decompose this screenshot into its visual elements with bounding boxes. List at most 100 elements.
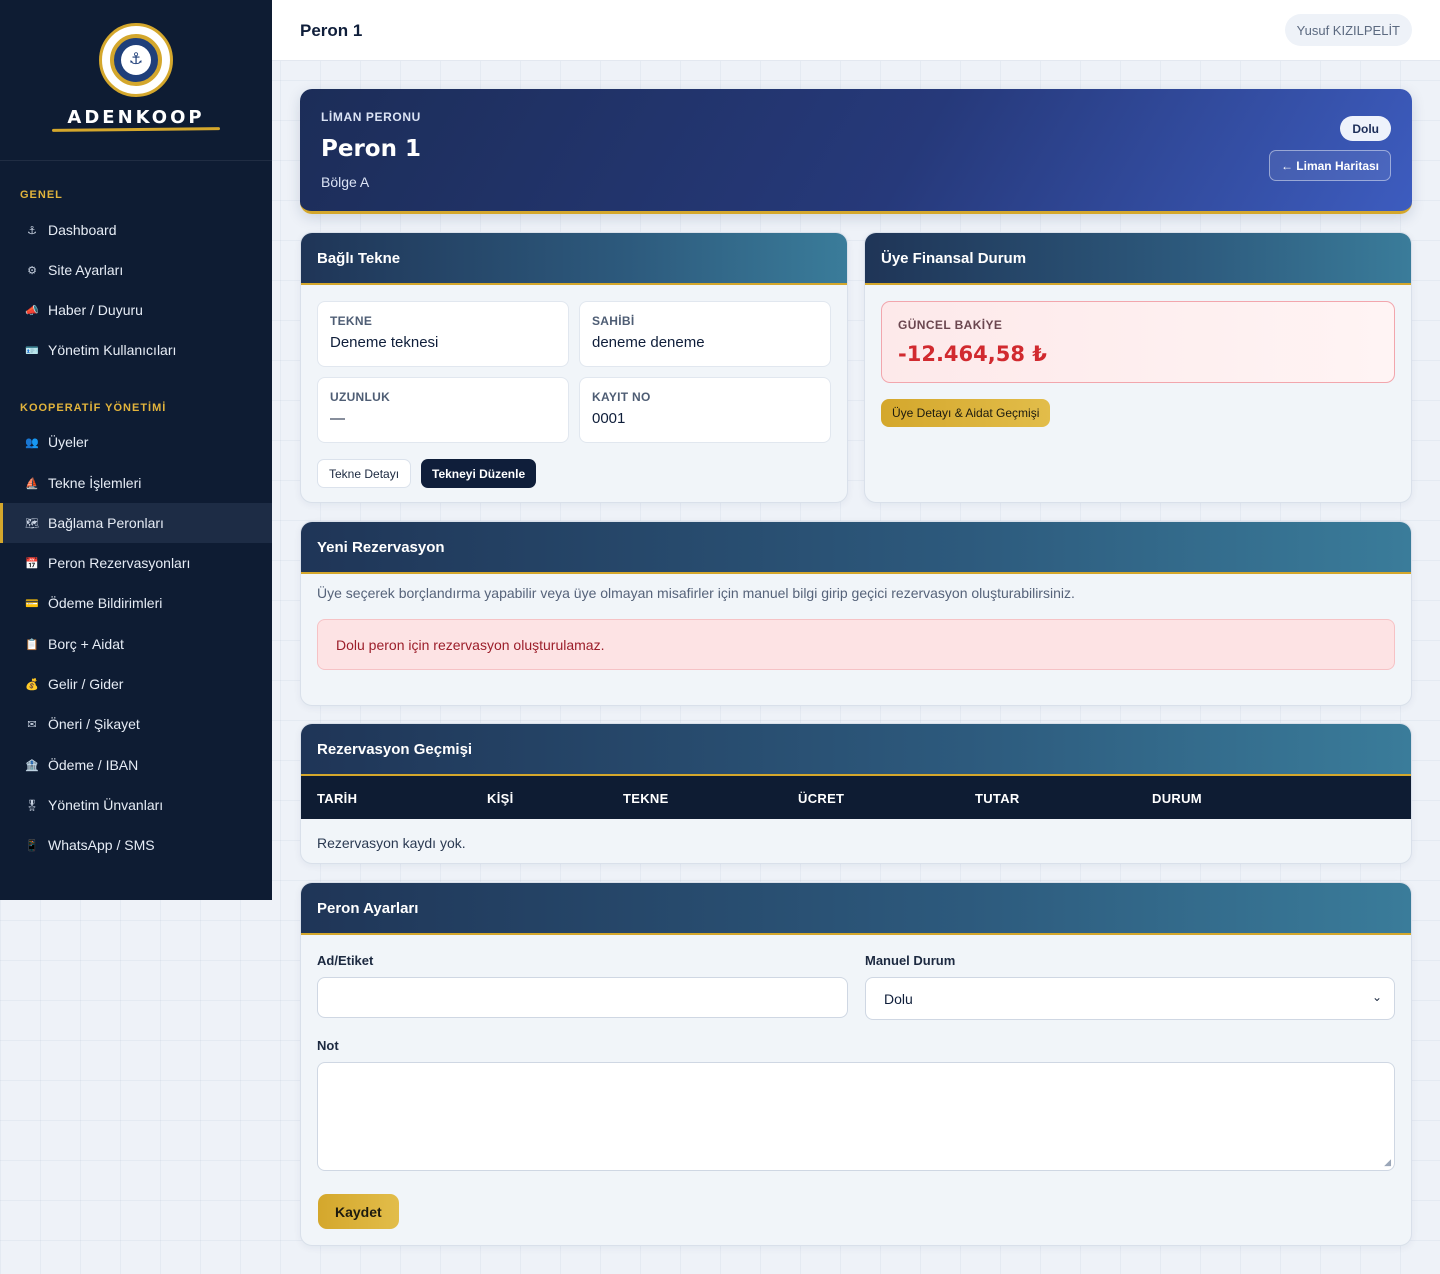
sidebar-item-pier-reservations[interactable]: 📅 Peron Rezervasyonları bbox=[0, 543, 272, 583]
balance-label: GÜNCEL BAKİYE bbox=[898, 318, 1003, 332]
balance-box: GÜNCEL BAKİYE -12.464,58 ₺ bbox=[881, 301, 1395, 383]
empty-table-message: Rezervasyon kaydı yok. bbox=[317, 835, 466, 851]
card-header: Üye Finansal Durum bbox=[865, 233, 1411, 285]
sidebar-item-label: Gelir / Gider bbox=[48, 676, 124, 692]
users-icon: 👥 bbox=[25, 436, 39, 449]
sidebar-item-label: Ödeme / IBAN bbox=[48, 757, 139, 773]
note-textarea[interactable]: ◢ bbox=[317, 1062, 1395, 1171]
boat-registration-box: KAYIT NO 0001 bbox=[579, 377, 831, 443]
sidebar-item-debt-dues[interactable]: 📋 Borç + Aidat bbox=[0, 624, 272, 664]
megaphone-icon: 📣 bbox=[25, 304, 39, 317]
sidebar-item-label: Üyeler bbox=[48, 434, 89, 450]
sidebar-item-news[interactable]: 📣 Haber / Duyuru bbox=[0, 290, 272, 330]
reservation-alert: Dolu peron için rezervasyon oluşturulama… bbox=[317, 619, 1395, 670]
sidebar-item-label: Site Ayarları bbox=[48, 262, 124, 278]
sidebar-item-label: Bağlama Peronları bbox=[48, 515, 164, 531]
back-to-harbor-map-button[interactable]: ← Liman Haritası bbox=[1268, 150, 1391, 181]
name-input[interactable] bbox=[317, 977, 848, 1018]
sidebar-item-label: Peron Rezervasyonları bbox=[48, 555, 191, 571]
status-badge: Dolu bbox=[1340, 116, 1391, 141]
sidebar-item-suggestions[interactable]: ✉ Öneri / Şikayet bbox=[0, 704, 272, 744]
info-label: UZUNLUK bbox=[330, 390, 391, 404]
boat-name-box: TEKNE Deneme teknesi bbox=[317, 301, 569, 367]
sidebar-item-payment-iban[interactable]: 🏦 Ödeme / IBAN bbox=[0, 745, 272, 785]
finance-card: Üye Finansal Durum GÜNCEL BAKİYE -12.464… bbox=[864, 232, 1412, 503]
chevron-down-icon: ⌄ bbox=[1371, 990, 1382, 1004]
map-icon: 🗺 bbox=[25, 517, 39, 530]
medal-icon: 🎖 bbox=[25, 799, 39, 812]
table-header: TARİH KİŞİ TEKNE ÜCRET TUTAR DURUM bbox=[301, 776, 1411, 819]
logo[interactable]: ⚓ bbox=[99, 23, 173, 97]
sidebar-item-label: Borç + Aidat bbox=[48, 636, 124, 652]
balance-value: -12.464,58 ₺ bbox=[898, 342, 1047, 366]
note-label: Not bbox=[317, 1038, 339, 1053]
reservation-history-card: Rezervasyon Geçmişi TARİH KİŞİ TEKNE ÜCR… bbox=[300, 723, 1412, 864]
column-header-status: DURUM bbox=[1152, 791, 1202, 806]
info-label: KAYIT NO bbox=[592, 390, 651, 404]
page-title: Peron 1 bbox=[300, 21, 363, 40]
logo-emblem: ⚓ bbox=[110, 34, 162, 86]
sidebar-item-admin-users[interactable]: 🪪 Yönetim Kullanıcıları bbox=[0, 330, 272, 370]
sailboat-icon: ⛵ bbox=[25, 477, 39, 490]
phone-icon: 📱 bbox=[25, 839, 39, 852]
sidebar-item-label: Dashboard bbox=[48, 222, 117, 238]
topbar: Peron 1 Yusuf KIZILPELİT bbox=[272, 0, 1440, 61]
hero-title: Peron 1 bbox=[321, 136, 421, 162]
sidebar-item-label: WhatsApp / SMS bbox=[48, 837, 155, 853]
boat-length-box: UZUNLUK — bbox=[317, 377, 569, 443]
sidebar-item-site-settings[interactable]: ⚙ Site Ayarları bbox=[0, 250, 272, 290]
sidebar-item-label: Tekne İşlemleri bbox=[48, 475, 142, 491]
brand: ⚓ ADENKOOP bbox=[0, 0, 272, 161]
nav-section-title-cooperative: KOOPERATİF YÖNETİMİ bbox=[20, 402, 167, 414]
sidebar-item-members[interactable]: 👥 Üyeler bbox=[0, 422, 272, 462]
edit-boat-button[interactable]: Tekneyi Düzenle bbox=[421, 459, 537, 488]
sidebar-item-income-expense[interactable]: 💰 Gelir / Gider bbox=[0, 664, 272, 704]
user-menu[interactable]: Yusuf KIZILPELİT bbox=[1284, 14, 1412, 46]
credit-card-icon: 💳 bbox=[25, 597, 39, 610]
sidebar-item-management-titles[interactable]: 🎖 Yönetim Ünvanları bbox=[0, 785, 272, 825]
money-bag-icon: 💰 bbox=[25, 678, 39, 691]
card-header: Bağlı Tekne bbox=[301, 233, 847, 285]
card-header: Yeni Rezervasyon bbox=[301, 522, 1411, 574]
sidebar-item-label: Yönetim Kullanıcıları bbox=[48, 342, 177, 358]
sidebar-item-boat-operations[interactable]: ⛵ Tekne İşlemleri bbox=[0, 463, 272, 503]
id-card-icon: 🪪 bbox=[25, 344, 39, 357]
boat-detail-button[interactable]: Tekne Detayı bbox=[317, 459, 412, 488]
status-select-value: Dolu bbox=[884, 990, 913, 1007]
calendar-icon: 📅 bbox=[25, 557, 39, 570]
sidebar-item-label: Haber / Duyuru bbox=[48, 302, 143, 318]
resize-handle-icon[interactable]: ◢ bbox=[1384, 1157, 1391, 1168]
anchor-icon: ⚓ bbox=[27, 224, 37, 237]
hero-eyebrow: LİMAN PERONU bbox=[321, 110, 421, 124]
info-value: Deneme teknesi bbox=[330, 334, 439, 351]
pier-hero: LİMAN PERONU Peron 1 Bölge A Dolu ← Lima… bbox=[300, 89, 1412, 214]
name-label: Ad/Etiket bbox=[317, 953, 374, 968]
card-header: Peron Ayarları bbox=[301, 883, 1411, 935]
info-value: deneme deneme bbox=[592, 334, 705, 351]
envelope-icon: ✉ bbox=[27, 718, 37, 731]
sidebar-item-label: Öneri / Şikayet bbox=[48, 716, 140, 732]
member-detail-button[interactable]: Üye Detayı & Aidat Geçmişi bbox=[881, 399, 1051, 427]
clipboard-icon: 📋 bbox=[25, 638, 39, 651]
sidebar-item-payment-notifications[interactable]: 💳 Ödeme Bildirimleri bbox=[0, 583, 272, 623]
brand-name: ADENKOOP bbox=[67, 107, 205, 128]
nav-section-title-general: GENEL bbox=[20, 189, 63, 201]
sidebar-item-mooring-piers[interactable]: 🗺 Bağlama Peronları bbox=[0, 503, 272, 543]
sidebar-item-label: Yönetim Ünvanları bbox=[48, 797, 164, 813]
sidebar-item-label: Ödeme Bildirimleri bbox=[48, 595, 163, 611]
column-header-boat: TEKNE bbox=[623, 791, 669, 806]
sidebar-item-dashboard[interactable]: ⚓ Dashboard bbox=[0, 210, 272, 250]
brand-underline bbox=[51, 127, 221, 132]
save-button[interactable]: Kaydet bbox=[318, 1194, 399, 1229]
new-reservation-card: Yeni Rezervasyon Üye seçerek borçlandırm… bbox=[300, 521, 1412, 706]
column-header-person: KİŞİ bbox=[487, 791, 514, 806]
status-select[interactable]: Dolu ⌄ bbox=[865, 977, 1395, 1020]
info-value: 0001 bbox=[592, 410, 626, 427]
sidebar: ⚓ ADENKOOP GENEL ⚓ Dashboard ⚙ Site Ayar… bbox=[0, 0, 272, 900]
card-header: Rezervasyon Geçmişi bbox=[301, 724, 1411, 776]
boat-card: Bağlı Tekne TEKNE Deneme teknesi SAHİBİ … bbox=[300, 232, 848, 503]
pier-settings-card: Peron Ayarları Ad/Etiket Manuel Durum Do… bbox=[300, 882, 1412, 1246]
sidebar-item-whatsapp-sms[interactable]: 📱 WhatsApp / SMS bbox=[0, 825, 272, 865]
reservation-description: Üye seçerek borçlandırma yapabilir veya … bbox=[317, 585, 1075, 601]
info-value: — bbox=[330, 410, 345, 427]
